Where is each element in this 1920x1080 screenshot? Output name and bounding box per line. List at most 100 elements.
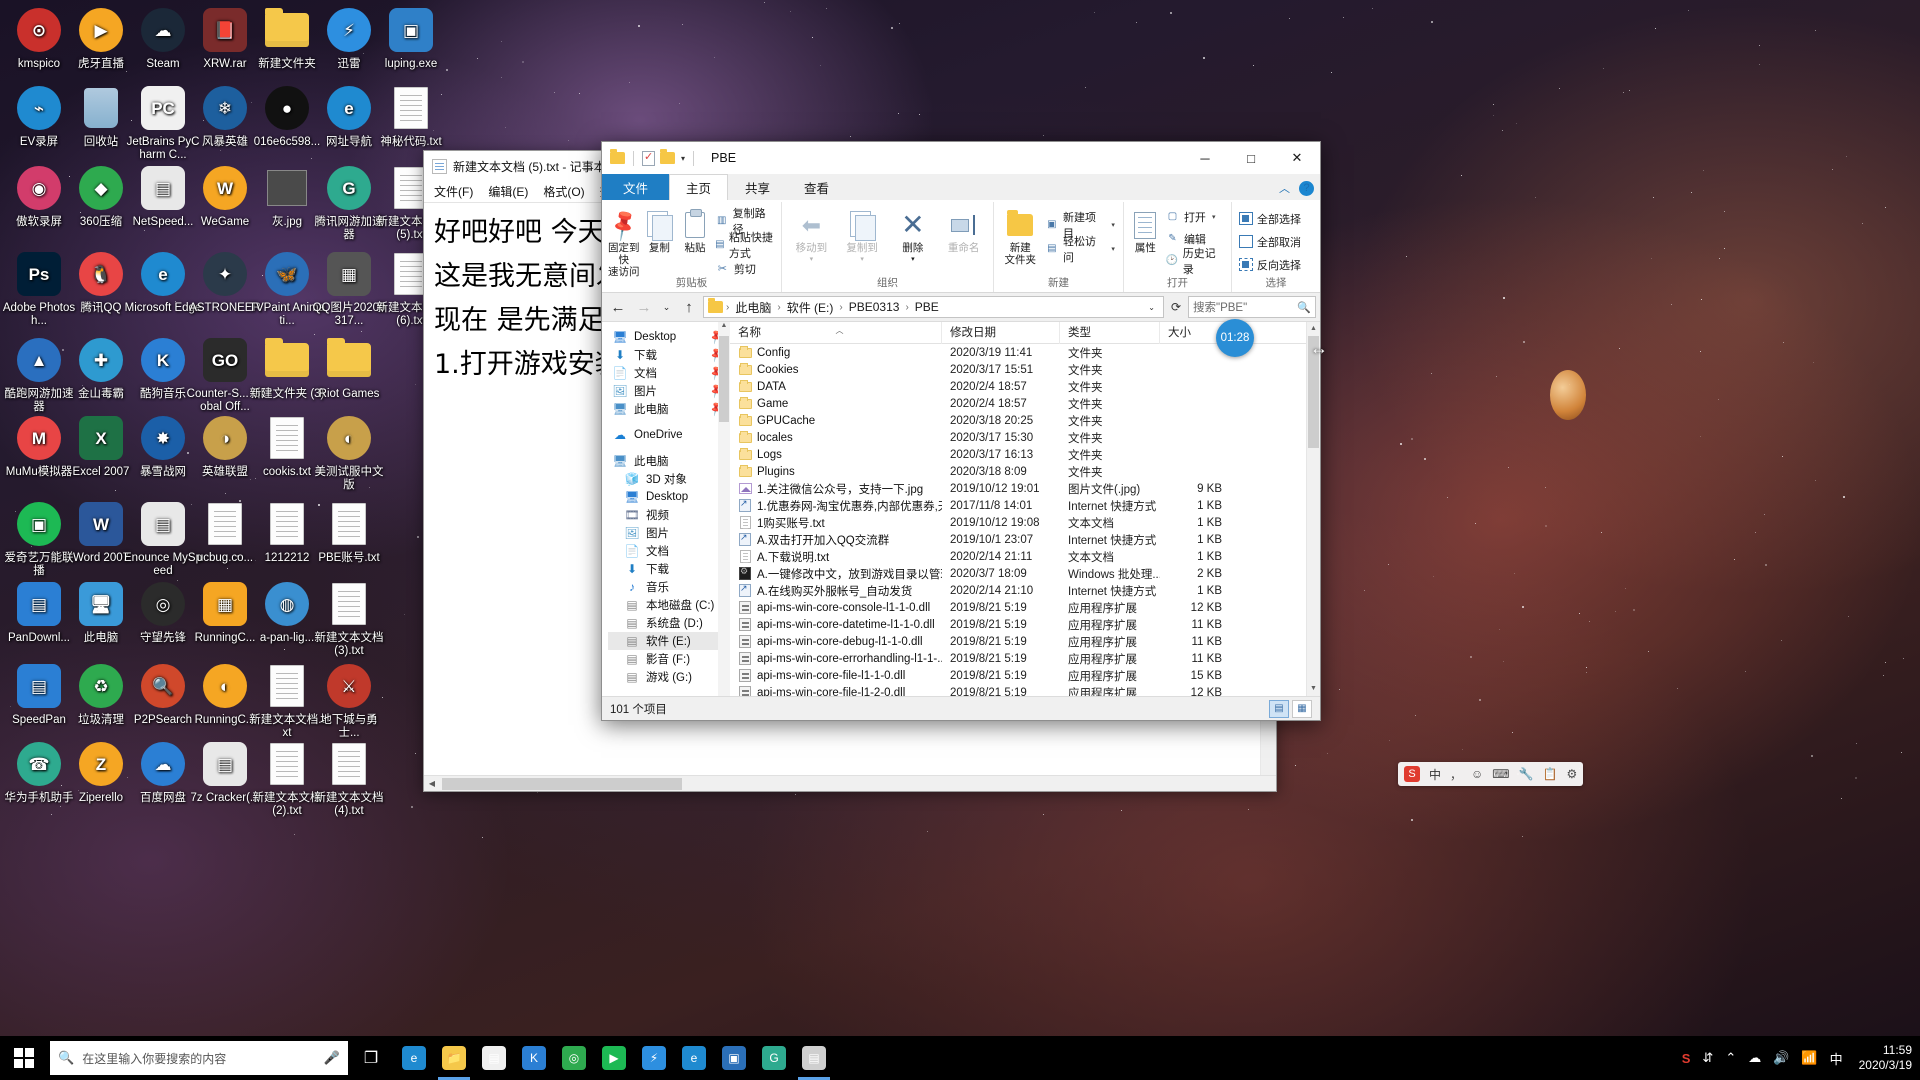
nav-item-音乐[interactable]: ♪ 音乐 (608, 578, 730, 596)
chevron-down-icon[interactable]: ▾ (681, 154, 685, 163)
chevron-down-icon[interactable]: ▾ (1111, 221, 1115, 229)
search-icon[interactable]: 🔍 (1297, 301, 1311, 314)
select-all-button[interactable]: 全部选择 (1238, 209, 1301, 228)
ime-keyboard-icon[interactable]: ⌨ (1492, 767, 1509, 781)
nav-item-文档[interactable]: 📄 文档 (608, 542, 730, 560)
maximize-button[interactable]: □ (1228, 142, 1274, 174)
sogou-ime-logo-icon[interactable]: S (1404, 766, 1420, 782)
file-row[interactable]: api-ms-win-core-console-l1-1-0.dll 2019/8… (730, 599, 1320, 616)
help-icon[interactable]: ? (1299, 180, 1314, 196)
ime-tools-icon[interactable]: 🔧 (1519, 767, 1534, 781)
tab-view[interactable]: 查看 (787, 174, 846, 200)
tab-share[interactable]: 共享 (728, 174, 787, 200)
up-button[interactable]: ↑ (677, 295, 701, 319)
delete-button[interactable]: ✕ 删除 ▾ (888, 205, 939, 266)
history-button[interactable]: 🕑 历史记录 (1165, 248, 1223, 276)
file-row[interactable]: Plugins 2020/3/18 8:09 文件夹 (730, 463, 1320, 480)
volume-icon[interactable]: 🔊 (1773, 1050, 1789, 1066)
file-explorer-window[interactable]: ▾ PBE ─ □ ✕ 文件 主页 共享 查看 ︿ ? 📌 固定到快 速访问 (601, 141, 1321, 721)
paste-button[interactable]: 粘贴 (677, 205, 713, 254)
taskbar-clock[interactable]: 11:59 2020/3/19 (1855, 1043, 1912, 1073)
file-row[interactable]: api-ms-win-core-datetime-l1-1-0.dll 2019/… (730, 616, 1320, 633)
navigation-pane[interactable]: 🖥 Desktop 📌 ⬇ 下载 📌 📄 文档 📌 🖼 图片 📌 🖥 此电脑 📌 ☁ OneDrive 🖥 此电脑 🧊… (602, 322, 730, 696)
column-header-name[interactable]: ︿ 名称 (730, 322, 942, 344)
file-row[interactable]: api-ms-win-core-file-l1-2-0.dll 2019/8/21… (730, 684, 1320, 696)
nav-item-图片[interactable]: 🖼 图片 (608, 524, 730, 542)
quick-access-toolbar[interactable]: ▾ (610, 149, 697, 166)
invert-selection-button[interactable]: 反向选择 (1238, 255, 1301, 274)
show-hidden-icons-icon[interactable]: ⌃ (1725, 1050, 1736, 1066)
browser-taskbar-icon[interactable]: e (674, 1036, 714, 1080)
file-row[interactable]: Cookies 2020/3/17 15:51 文件夹 (730, 361, 1320, 378)
nav-item-下载[interactable]: ⬇ 下载 (608, 560, 730, 578)
chevron-down-icon[interactable]: ▾ (860, 254, 864, 266)
file-rows[interactable]: Config 2020/3/19 11:41 文件夹 Cookies 2020/3/17… (730, 344, 1320, 696)
forward-button[interactable]: → (632, 295, 656, 319)
nav-pane-scrollbar[interactable]: ▲ (718, 322, 730, 696)
nav-item-OneDrive[interactable]: ☁ OneDrive (608, 426, 730, 444)
system-tray[interactable]: S ⇵ ⌃ ☁ 🔊 📶 中 11:59 2020/3/19 (1682, 1043, 1920, 1073)
refresh-button[interactable]: ⟳ (1166, 300, 1186, 314)
scroll-up-icon[interactable]: ▲ (718, 322, 730, 329)
language-indicator[interactable]: 中 (1830, 1049, 1843, 1068)
nav-item-图片[interactable]: 🖼 图片 📌 (608, 382, 730, 400)
nav-item-软件E[interactable]: ▤ 软件 (E:) (608, 632, 730, 650)
desktop-icon[interactable]: ▣ luping.exe (372, 6, 450, 71)
breadcrumb-pbe[interactable]: PBE (912, 300, 942, 314)
player-taskbar-icon[interactable]: ▶ (594, 1036, 634, 1080)
nav-item-此电脑[interactable]: 🖥 此电脑 (608, 452, 730, 470)
video-taskbar-icon[interactable]: ▣ (714, 1036, 754, 1080)
nav-item-下载[interactable]: ⬇ 下载 📌 (608, 346, 730, 364)
network-share-icon[interactable]: ⇵ (1702, 1050, 1713, 1066)
select-none-button[interactable]: 全部取消 (1238, 232, 1301, 251)
desktop-icon[interactable]: ◐ 美测试服中文版 (310, 414, 388, 492)
microphone-icon[interactable]: 🎤 (324, 1050, 340, 1066)
properties-button[interactable]: 属性 (1128, 205, 1163, 254)
ime-punctuation-icon[interactable]: ， (1450, 766, 1462, 783)
chevron-down-icon[interactable]: ▾ (1212, 213, 1216, 221)
minimize-button[interactable]: ─ (1182, 142, 1228, 174)
tab-home[interactable]: 主页 (669, 174, 729, 200)
chevron-down-icon[interactable]: ▾ (810, 254, 814, 266)
scroll-left-icon[interactable]: ◀ (424, 779, 440, 788)
file-row[interactable]: locales 2020/3/17 15:30 文件夹 (730, 429, 1320, 446)
file-row[interactable]: 1购买账号.txt 2019/10/12 19:08 文本文档 1 KB (730, 514, 1320, 531)
file-row[interactable]: Game 2020/2/4 18:57 文件夹 (730, 395, 1320, 412)
open-button[interactable]: ▢ 打开 ▾ (1165, 207, 1223, 226)
ribbon[interactable]: 📌 固定到快 速访问 复制 粘贴 ▥ 复制路径 ▤ 粘贴快捷方式 ✂ 剪切 剪贴… (602, 200, 1320, 293)
details-view-icon[interactable]: ▤ (1269, 699, 1289, 718)
file-list-scrollbar[interactable]: ▲ ▼ (1306, 322, 1320, 696)
nav-item-影音F[interactable]: ▤ 影音 (F:) (608, 650, 730, 668)
copy-path-button[interactable]: ▥ 复制路径 (715, 208, 773, 236)
scroll-up-icon[interactable]: ▲ (1307, 322, 1320, 336)
breadcrumb-pbe0313[interactable]: PBE0313 (846, 300, 903, 314)
folder-icon[interactable] (610, 149, 625, 164)
move-to-button[interactable]: ⬅ 移动到 ▾ (786, 205, 837, 266)
close-button[interactable]: ✕ (1274, 142, 1320, 174)
back-button[interactable]: ← (606, 295, 630, 319)
new-item-button[interactable]: ▣ 新建项目 ▾ (1045, 212, 1115, 240)
ime-mode-label[interactable]: 中 (1429, 766, 1441, 783)
file-row[interactable]: api-ms-win-core-errorhandling-l1-1-... 20… (730, 650, 1320, 667)
desktop-icon[interactable]: 新建文本文档 (4).txt (310, 740, 388, 818)
notepad-taskbar-icon[interactable]: ▤ (794, 1036, 834, 1080)
desktop-icon[interactable]: ⚔ 地下城与勇士... (310, 662, 388, 740)
breadcrumb-drive-e[interactable]: 软件 (E:) (784, 299, 837, 316)
ime-clipboard-icon[interactable]: 📋 (1543, 767, 1558, 781)
properties-icon[interactable] (642, 150, 655, 166)
large-icons-view-icon[interactable]: ▦ (1292, 699, 1312, 718)
desktop-icon[interactable]: PBE账号.txt (310, 500, 388, 565)
notepad-menu-file[interactable]: 文件(F) (434, 183, 473, 200)
ribbon-tab-actions[interactable]: ︿ ? (1279, 180, 1314, 196)
chrome-taskbar-icon[interactable]: ◎ (554, 1036, 594, 1080)
nav-item-游戏G[interactable]: ▤ 游戏 (G:) (608, 668, 730, 686)
file-row[interactable]: A.下载说明.txt 2020/2/14 21:11 文本文档 1 KB (730, 548, 1320, 565)
file-explorer-taskbar-icon[interactable]: 📁 (434, 1036, 474, 1080)
thunder-taskbar-icon[interactable]: ⚡ (634, 1036, 674, 1080)
copy-button[interactable]: 复制 (642, 205, 678, 254)
address-bar[interactable]: › 此电脑 › 软件 (E:) › PBE0313 › PBE ⌄ (703, 296, 1164, 318)
taskbar-search-box[interactable]: 🔍 在这里输入你要搜索的内容 🎤 (50, 1041, 348, 1075)
chevron-down-icon[interactable]: ⌄ (1148, 303, 1159, 312)
cloud-icon[interactable]: ☁ (1748, 1050, 1761, 1066)
recent-locations-button[interactable]: ⌄ (658, 295, 675, 319)
